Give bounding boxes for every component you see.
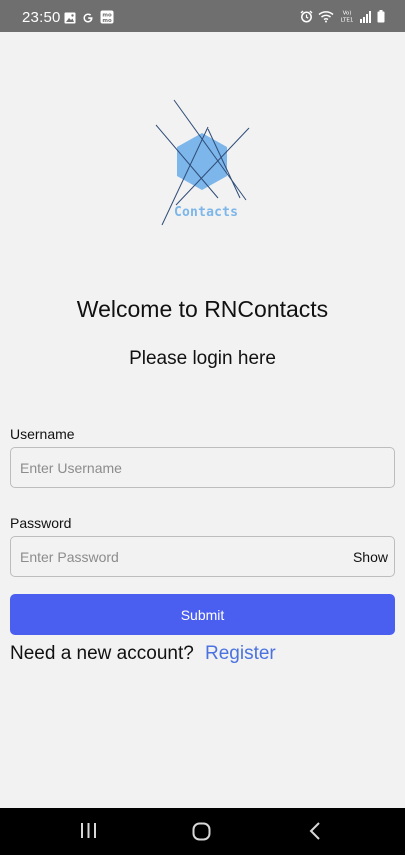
signal-icon: [360, 10, 372, 28]
alarm-icon: [300, 10, 313, 28]
home-icon[interactable]: [192, 822, 211, 846]
volte-lte-icon: Vo) LTE1: [339, 9, 355, 28]
show-password-toggle[interactable]: Show: [353, 549, 388, 565]
welcome-title: Welcome to RNContacts: [76, 296, 329, 322]
momo-icon-bottom-text: mo: [102, 18, 112, 24]
status-time: 23:50: [22, 9, 61, 26]
register-link[interactable]: Register: [205, 643, 276, 665]
password-field-container[interactable]: Show: [10, 536, 395, 577]
submit-button[interactable]: Submit: [10, 594, 395, 635]
username-input[interactable]: [11, 448, 394, 487]
volte-label: Vo): [343, 11, 352, 17]
status-left-icons: mo mo: [64, 10, 114, 29]
password-label: Password: [10, 515, 72, 531]
logo-text: Contacts: [174, 205, 239, 220]
new-account-prompt: Need a new account?: [10, 643, 194, 664]
password-input[interactable]: [11, 537, 394, 576]
status-right-icons: Vo) LTE1: [300, 9, 385, 28]
google-icon: [82, 11, 94, 29]
login-subtitle: Please login here: [129, 348, 276, 369]
momo-icon: mo mo: [100, 10, 114, 29]
status-bar: 23:50 mo mo Vo) LTE1: [0, 0, 405, 32]
recent-apps-icon[interactable]: [80, 822, 97, 844]
logo-hexagon: [177, 133, 227, 190]
lte-label: LTE1: [341, 18, 354, 24]
username-label: Username: [10, 426, 75, 442]
wifi-icon: [318, 10, 334, 28]
gallery-icon: [64, 11, 76, 29]
back-icon[interactable]: [309, 822, 321, 845]
battery-icon: [377, 9, 385, 28]
username-field-container[interactable]: [10, 447, 395, 488]
navigation-bar: [0, 808, 405, 855]
